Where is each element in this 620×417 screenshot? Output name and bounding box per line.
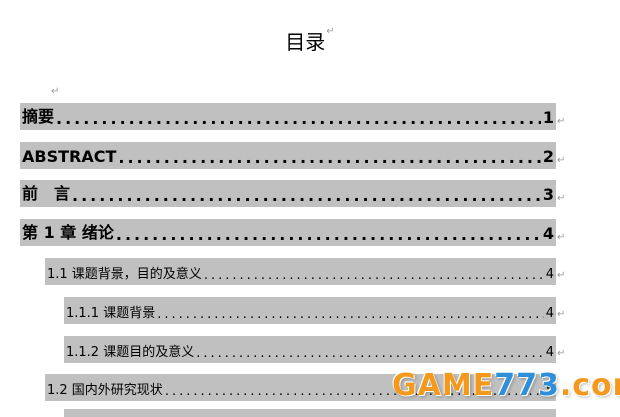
toc-title: 目录	[285, 30, 326, 54]
toc-heading: 目录↵	[0, 26, 620, 55]
toc-leader-dots: ........................................…	[56, 111, 541, 127]
paragraph-mark: ↵	[557, 155, 566, 166]
toc-entry-chapter-1[interactable]: 第 1 章 绪论 ...............................…	[20, 219, 556, 246]
toc-page-number: 4	[542, 224, 554, 243]
toc-entry-label: ABSTRACT	[22, 147, 117, 166]
toc-entry-label: 1.1.2 课题目的及意义	[66, 345, 195, 360]
site-watermark: GAME773.com	[392, 368, 620, 403]
paragraph-mark: ↵	[557, 309, 566, 320]
paragraph-mark: ↵	[557, 270, 566, 281]
toc-leader-dots: ........................................…	[157, 308, 544, 321]
toc-entry-abstract-en[interactable]: ABSTRACT ...............................…	[20, 142, 556, 169]
toc-leader-dots: ........................................…	[118, 150, 541, 166]
toc-leader-dots: ........................................…	[196, 347, 544, 360]
toc-leader-dots: ........................................…	[115, 227, 541, 243]
document-page: 目录↵ ↵ 摘要 ...............................…	[0, 0, 620, 417]
toc-entry-partial	[64, 409, 556, 417]
toc-page-number: 4	[545, 306, 554, 321]
toc-page-number: 2	[542, 147, 554, 166]
toc-page-number: 1	[542, 108, 554, 127]
toc-page-number: 3	[542, 185, 554, 204]
toc-entry-section-1-1-1[interactable]: 1.1.1 课题背景 .............................…	[64, 297, 556, 324]
toc-leader-dots: ........................................…	[72, 188, 541, 204]
toc-entry-label: 摘要	[22, 107, 55, 126]
toc-page-number: 4	[545, 345, 554, 360]
paragraph-mark: ↵	[557, 348, 566, 359]
paragraph-mark: ↵	[51, 86, 60, 97]
paragraph-mark: ↵	[326, 26, 335, 37]
watermark-domain: .com	[559, 368, 620, 403]
watermark-text: GAME	[392, 368, 495, 403]
toc-entry-label: 前 言	[22, 184, 71, 203]
toc-entry-preface[interactable]: 前 言 ....................................…	[20, 180, 556, 207]
toc-entry-label: 第 1 章 绪论	[22, 223, 114, 242]
paragraph-mark: ↵	[557, 193, 566, 204]
toc-entry-abstract-cn[interactable]: 摘要 .....................................…	[20, 103, 556, 130]
toc-entry-label: 1.1.1 课题背景	[66, 306, 156, 321]
toc-entry-section-1-1-2[interactable]: 1.1.2 课题目的及意义 ..........................…	[64, 336, 556, 363]
toc-entry-label: 1.2 国内外研究现状	[47, 383, 163, 398]
toc-page-number: 4	[545, 267, 554, 282]
watermark-number: 773	[494, 368, 560, 403]
toc-entry-section-1-1[interactable]: 1.1 课题背景，目的及意义 .........................…	[45, 258, 556, 285]
toc-entry-label: 1.1 课题背景，目的及意义	[47, 267, 202, 282]
paragraph-mark: ↵	[557, 232, 566, 243]
paragraph-mark: ↵	[557, 116, 566, 127]
toc-leader-dots: ........................................…	[203, 269, 544, 282]
